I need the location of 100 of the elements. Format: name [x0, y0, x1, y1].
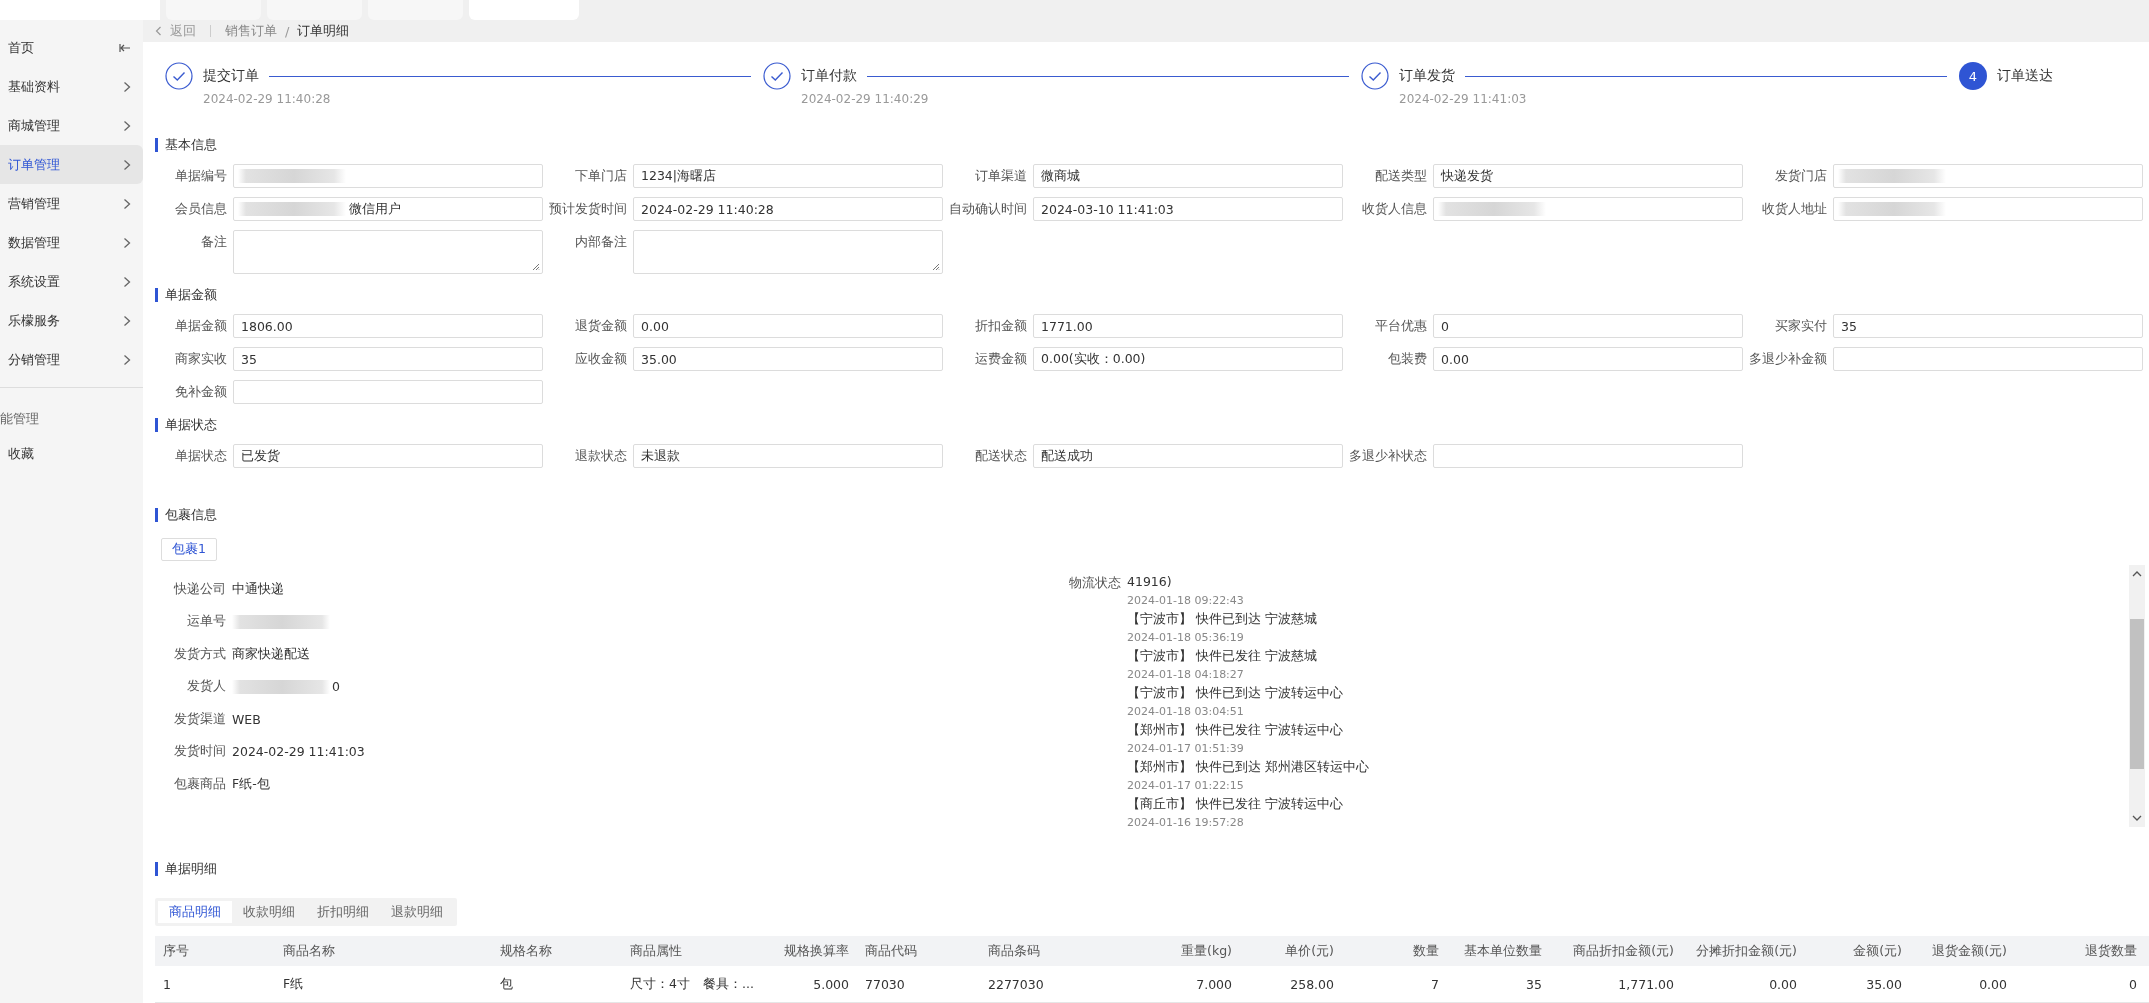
input-field[interactable]: 快递发货	[1433, 164, 1743, 188]
tracking-time: 2024-01-16 19:57:28	[1127, 814, 1245, 831]
input-field[interactable]: 0.00	[633, 314, 943, 338]
input-field[interactable]	[1433, 444, 1743, 468]
tracking-event: 【宁波市】 快件已到达 宁波转运中心	[1127, 684, 1344, 702]
section-title: 包裹信息	[155, 508, 217, 522]
input-field[interactable]: 1806.00	[233, 314, 543, 338]
tracking-event: 【郑州市】 快件已到达 郑州港区转运中心	[1127, 758, 1369, 776]
field-label: 收货人信息	[1361, 200, 1428, 218]
input-field[interactable]	[233, 164, 543, 188]
input-field[interactable]	[1433, 197, 1743, 221]
column-header: 商品名称	[282, 942, 336, 960]
sidebar-item[interactable]: 收藏	[0, 434, 143, 474]
tracking-time: 2024-01-17 01:51:39	[1127, 740, 1245, 757]
field-label: 发货渠道	[173, 710, 227, 728]
column-header: 序号	[162, 942, 190, 960]
field-label: 包装费	[1387, 350, 1428, 368]
scrollbar[interactable]	[2129, 565, 2145, 827]
column-header: 重量(kg)	[1180, 942, 1233, 960]
input-field[interactable]	[1833, 197, 2143, 221]
table-cell-text: 2277030	[987, 976, 1045, 992]
table-cell-text: 1,771.00	[1617, 976, 1675, 992]
input-field[interactable]: 1771.00	[1033, 314, 1343, 338]
detail-tab[interactable]: 商品明细	[158, 901, 232, 923]
back-icon[interactable]	[155, 26, 162, 36]
table-cell-text: 77030	[864, 976, 906, 992]
input-field[interactable]	[1833, 347, 2143, 371]
sidebar-item[interactable]: 乐檬服务	[0, 301, 143, 340]
chevron-right-icon	[123, 236, 131, 249]
input-field[interactable]: 已发货	[233, 444, 543, 468]
table-cell-text: 0	[2128, 976, 2138, 992]
field-value: 中通快递	[232, 580, 284, 598]
field-label: 退款状态	[574, 447, 628, 465]
section-title: 单据状态	[155, 418, 217, 432]
field-label: 运单号	[186, 613, 227, 631]
step-number: 4	[1959, 62, 1987, 90]
step-time: 2024-02-29 11:41:03	[1399, 92, 1528, 106]
field-value: 商家快递配送	[232, 645, 310, 663]
detail-tab[interactable]: 折扣明细	[306, 901, 380, 923]
sidebar-item[interactable]: 数据管理	[0, 223, 143, 262]
chevron-right-icon	[123, 275, 131, 288]
input-field[interactable]: 35	[233, 347, 543, 371]
tracking-event: 41916)	[1127, 573, 1173, 591]
column-header: 单价(元)	[1284, 942, 1335, 960]
field-label: 内部备注	[574, 233, 628, 251]
detail-tab[interactable]: 退款明细	[380, 901, 454, 923]
input-field[interactable]: 2024-03-10 11:41:03	[1033, 197, 1343, 221]
field-label: 发货时间	[173, 743, 227, 761]
field-label: 应收金额	[574, 350, 628, 368]
field-label: 免补金额	[174, 383, 228, 401]
sidebar-item[interactable]: 分销管理	[0, 340, 143, 379]
column-header: 金额(元)	[1852, 942, 1903, 960]
textarea-field[interactable]	[633, 230, 943, 274]
field-label: 单据编号	[174, 167, 228, 185]
field-label: 备注	[200, 233, 228, 251]
package-tab[interactable]: 包裹1	[161, 538, 217, 561]
sidebar-item[interactable]: 系统设置	[0, 262, 143, 301]
field-value: WEB	[232, 711, 261, 727]
section-title: 基本信息	[155, 138, 217, 152]
tracking-event: 【郑州市】 快件已发往 宁波转运中心	[1127, 721, 1344, 739]
input-field[interactable]: 0.00(实收：0.00)	[1033, 347, 1343, 371]
breadcrumb-item: 订单明细	[297, 22, 350, 40]
input-field[interactable]: 35	[1833, 314, 2143, 338]
input-field[interactable]: 配送成功	[1033, 444, 1343, 468]
table-cell-text: 7.000	[1195, 976, 1233, 992]
input-field[interactable]: 微信用户	[233, 197, 543, 221]
textarea-field[interactable]	[233, 230, 543, 274]
input-field[interactable]	[233, 380, 543, 404]
table-cell-text: 0.00	[1978, 976, 2008, 992]
step-title: 订单发货	[1399, 67, 1455, 85]
column-header: 规格名称	[499, 942, 553, 960]
sidebar-item[interactable]: 首页	[0, 28, 143, 67]
table-cell-text: 0.00	[1768, 976, 1798, 992]
step-time: 2024-02-29 11:40:28	[203, 92, 332, 106]
tracking-time: 2024-01-17 01:22:15	[1127, 777, 1245, 794]
input-field[interactable]: 0.00	[1433, 347, 1743, 371]
input-field[interactable]: 35.00	[633, 347, 943, 371]
field-label: 退货金额	[574, 317, 628, 335]
input-field[interactable]: 微商城	[1033, 164, 1343, 188]
section-title: 单据明细	[155, 862, 217, 876]
column-header: 商品代码	[864, 942, 918, 960]
sidebar-item[interactable]: 商城管理	[0, 106, 143, 145]
column-header: 分摊折扣金额(元)	[1695, 942, 1798, 960]
resize-grip-icon	[532, 263, 540, 271]
input-field[interactable]: 未退款	[633, 444, 943, 468]
step-title: 订单送达	[1997, 67, 2053, 85]
breadcrumb-separator: /	[285, 23, 290, 39]
input-field[interactable]	[1833, 164, 2143, 188]
detail-tab[interactable]: 收款明细	[232, 901, 306, 923]
collapse-icon[interactable]	[119, 41, 131, 54]
input-field[interactable]: 0	[1433, 314, 1743, 338]
sidebar-item[interactable]: 营销管理	[0, 184, 143, 223]
step-title: 提交订单	[203, 67, 259, 85]
sidebar-item[interactable]: 基础资料	[0, 67, 143, 106]
input-field[interactable]: 1234|海曙店	[633, 164, 943, 188]
sidebar-item[interactable]: 订单管理	[0, 145, 143, 184]
input-field[interactable]: 2024-02-29 11:40:28	[633, 197, 943, 221]
field-label: 自动确认时间	[948, 200, 1028, 218]
field-label: 发货人	[186, 678, 227, 696]
field-label: 运费金额	[974, 350, 1028, 368]
